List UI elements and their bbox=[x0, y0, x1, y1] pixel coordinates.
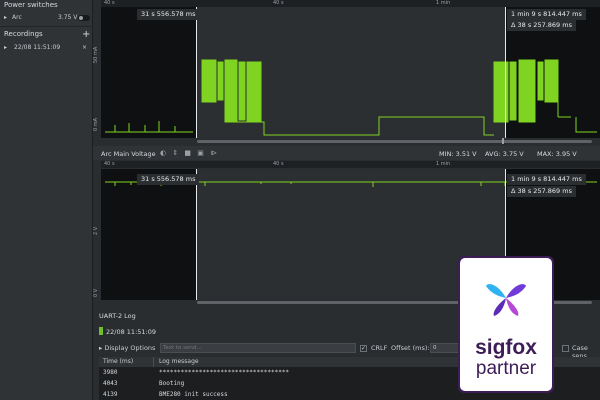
chart-tools-icon[interactable]: ◐ ⇕ ■ ▣ ⧐ bbox=[160, 149, 219, 157]
recording-item[interactable]: ▸ 22/08 11:51:09 × bbox=[4, 43, 90, 53]
send-text-input[interactable] bbox=[160, 343, 356, 353]
log-date-text: 22/08 11:51:09 bbox=[106, 328, 156, 336]
badge-sigfox-text: sigfox bbox=[475, 336, 537, 359]
row-time: 4139 bbox=[103, 391, 118, 398]
crlf-label: CRLF bbox=[371, 344, 388, 352]
sigfox-butterfly-logo-icon bbox=[486, 284, 526, 316]
column-divider[interactable] bbox=[153, 357, 154, 367]
axis-label: 1 min bbox=[436, 161, 451, 167]
close-recording-icon[interactable]: × bbox=[82, 44, 87, 51]
row-message: BME280 init success bbox=[159, 391, 228, 398]
col-time-header[interactable]: Time (ms) bbox=[103, 358, 133, 365]
axis-label: 40 s bbox=[104, 161, 115, 167]
expand-arrow-icon[interactable]: ▸ bbox=[4, 14, 7, 21]
offset-label: Offset (ms): bbox=[391, 344, 430, 352]
voltage-chart-header: Arc Main Voltage ◐ ⇕ ■ ▣ ⧐ MIN: 3.51 V A… bbox=[93, 146, 600, 160]
log-recording-date[interactable]: 22/08 11:51:09 bbox=[99, 327, 156, 336]
arc-voltage: 3.75 V bbox=[58, 14, 78, 21]
badge-card: sigfox partner bbox=[460, 258, 552, 391]
arc-toggle[interactable] bbox=[78, 15, 90, 21]
power-switches-heading: Power switches bbox=[4, 1, 58, 9]
max-voltage: MAX: 3.95 V bbox=[537, 150, 577, 158]
avg-voltage: AVG: 3.75 V bbox=[485, 150, 524, 158]
sidebar: Power switches ▸ Arc 3.75 V Recordings +… bbox=[0, 0, 93, 400]
cursor-delta: Δ 38 s 257.869 ms bbox=[507, 186, 576, 197]
cursor-line-left[interactable] bbox=[196, 169, 197, 300]
recordings-heading: Recordings bbox=[4, 30, 43, 38]
recording-color-bar bbox=[99, 327, 103, 335]
col-message-header[interactable]: Log message bbox=[159, 358, 199, 365]
divider bbox=[0, 26, 93, 27]
case-sensitive-checkbox[interactable] bbox=[562, 345, 569, 352]
crlf-checkbox[interactable]: ✓ bbox=[360, 345, 367, 352]
min-voltage: MIN: 3.51 V bbox=[439, 150, 477, 158]
display-options-toggle[interactable]: ▸ Display Options bbox=[99, 344, 155, 352]
power-switch-arc[interactable]: ▸ Arc 3.75 V bbox=[4, 13, 90, 23]
row-message: ************************************ bbox=[159, 369, 290, 376]
row-message: Booting bbox=[159, 380, 185, 387]
add-recording-button[interactable]: + bbox=[82, 29, 90, 40]
expand-arrow-icon[interactable]: ▸ bbox=[4, 44, 7, 51]
y-axis-bottom-label: 0 V bbox=[93, 288, 99, 298]
cursor-left-time: 31 s 556.578 ms bbox=[137, 174, 200, 185]
axis-label: 40 s bbox=[273, 161, 284, 167]
cursor-right-time: 1 min 9 s 814.447 ms bbox=[507, 174, 586, 185]
row-time: 4043 bbox=[103, 380, 118, 387]
voltage-chart-title: Arc Main Voltage bbox=[101, 150, 156, 158]
badge-partner-text: partner bbox=[475, 358, 537, 379]
row-time: 3980 bbox=[103, 369, 118, 376]
arc-label: Arc bbox=[12, 14, 22, 21]
sigfox-partner-badge: sigfox partner bbox=[458, 256, 554, 393]
time-axis: 40 s 40 s 1 min bbox=[101, 161, 600, 168]
y-axis-top-label: 2 V bbox=[93, 226, 99, 236]
log-title: UART-2 Log bbox=[99, 312, 136, 320]
recording-date: 22/08 11:51:09 bbox=[14, 44, 61, 51]
